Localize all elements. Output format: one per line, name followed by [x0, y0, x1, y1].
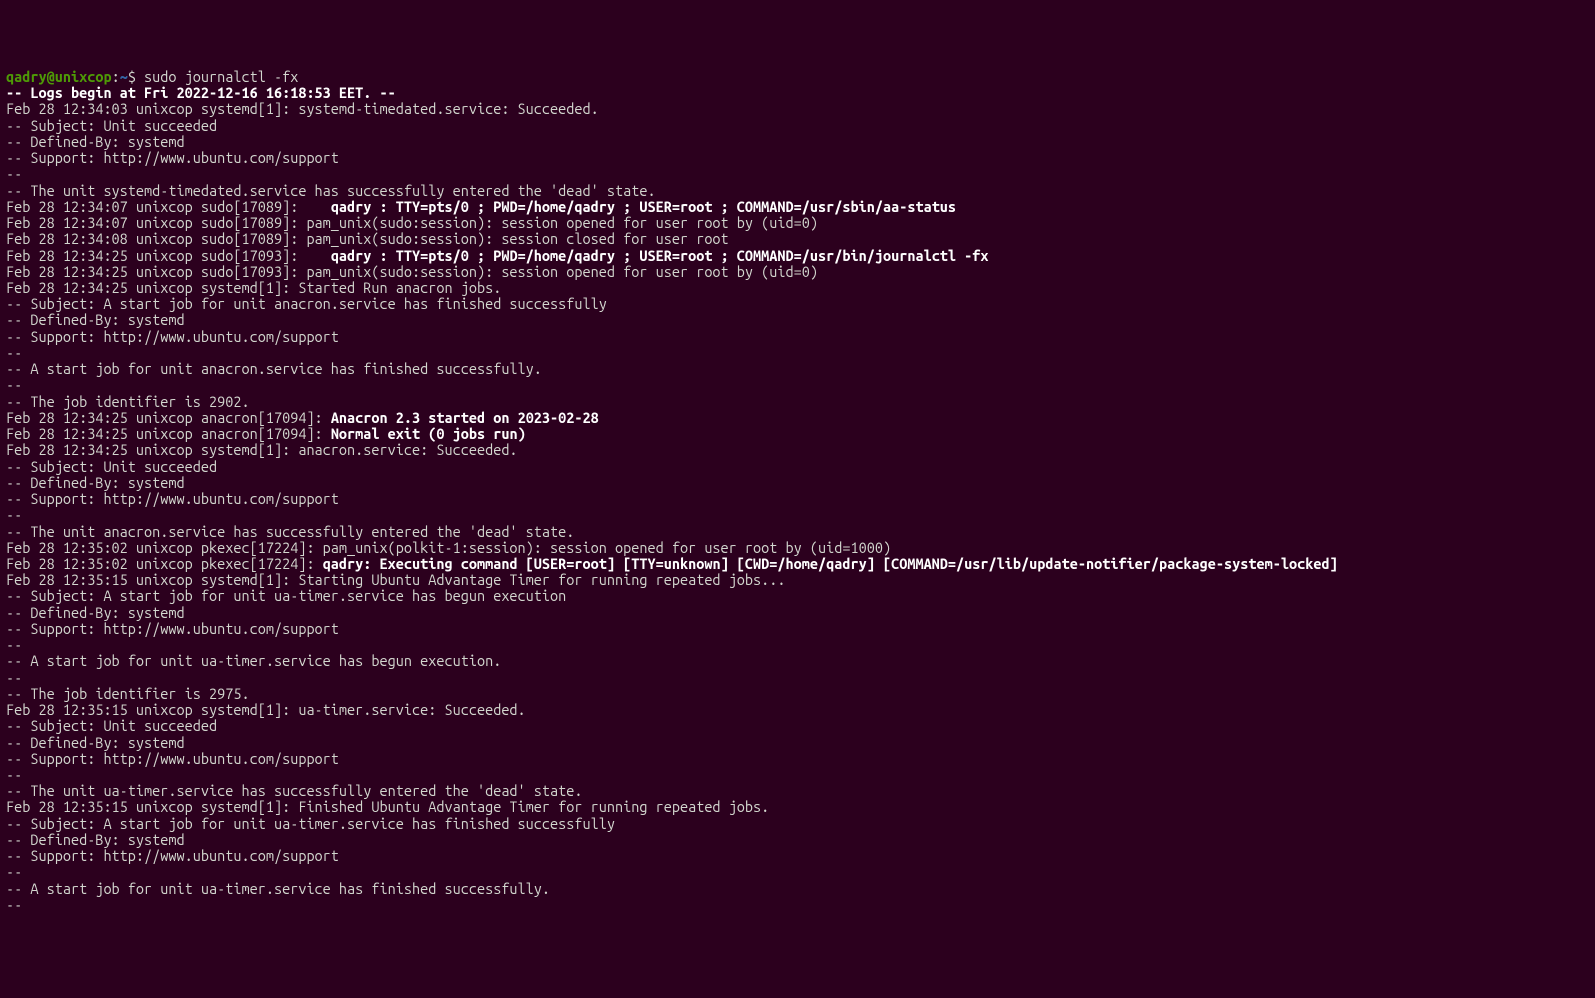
log-line: Feb 28 12:35:02 unixcop pkexec[17224]: p… — [6, 539, 891, 556]
prompt-line: qadry@unixcop:~$ sudo journalctl -fx — [6, 68, 298, 85]
log-line: -- Logs begin at Fri 2022-12-16 16:18:53… — [6, 84, 396, 101]
log-line: Feb 28 12:34:08 unixcop sudo[17089]: pam… — [6, 230, 729, 247]
log-line: Feb 28 12:34:25 unixcop anacron[17094]: … — [6, 425, 526, 442]
log-line: -- Subject: A start job for unit ua-time… — [6, 587, 566, 604]
log-line: Feb 28 12:34:25 unixcop sudo[17093]: qad… — [6, 247, 989, 264]
log-line: Feb 28 12:34:03 unixcop systemd[1]: syst… — [6, 100, 599, 117]
log-line: -- Subject: A start job for unit anacron… — [6, 295, 607, 312]
log-line: -- A start job for unit ua-timer.service… — [6, 652, 501, 669]
log-line: -- A start job for unit anacron.service … — [6, 360, 542, 377]
log-line: -- — [6, 344, 30, 361]
log-line: Feb 28 12:35:15 unixcop systemd[1]: Star… — [6, 571, 786, 588]
log-line: -- The unit anacron.service has successf… — [6, 523, 574, 540]
log-line: -- Defined-By: systemd — [6, 734, 185, 751]
command-input[interactable]: sudo journalctl -fx — [136, 68, 298, 85]
log-line: -- Defined-By: systemd — [6, 474, 185, 491]
log-line: -- The unit ua-timer.service has success… — [6, 782, 583, 799]
log-line: -- — [6, 636, 30, 653]
prompt-user-host: qadry@unixcop — [6, 68, 112, 85]
log-output: -- Logs begin at Fri 2022-12-16 16:18:53… — [6, 85, 1589, 913]
log-line: Feb 28 12:34:25 unixcop systemd[1]: Star… — [6, 279, 501, 296]
log-line: -- Subject: Unit succeeded — [6, 117, 217, 134]
log-line: -- — [6, 165, 30, 182]
log-line: -- — [6, 376, 30, 393]
log-line: -- Support: http://www.ubuntu.com/suppor… — [6, 328, 339, 345]
log-line: -- — [6, 766, 30, 783]
log-line: Feb 28 12:34:25 unixcop systemd[1]: anac… — [6, 441, 518, 458]
prompt-dollar: $ — [128, 68, 136, 85]
log-line: -- Support: http://www.ubuntu.com/suppor… — [6, 149, 339, 166]
log-line: -- — [6, 896, 30, 913]
log-line: Feb 28 12:34:25 unixcop anacron[17094]: … — [6, 409, 599, 426]
log-line: -- Subject: Unit succeeded — [6, 717, 217, 734]
log-line: -- Defined-By: systemd — [6, 604, 185, 621]
log-line: -- The job identifier is 2902. — [6, 393, 250, 410]
log-line: -- — [6, 863, 30, 880]
log-line: -- Support: http://www.ubuntu.com/suppor… — [6, 490, 339, 507]
log-line: -- Defined-By: systemd — [6, 133, 185, 150]
log-line: -- Support: http://www.ubuntu.com/suppor… — [6, 620, 339, 637]
log-line: -- Defined-By: systemd — [6, 311, 185, 328]
log-line: -- Support: http://www.ubuntu.com/suppor… — [6, 750, 339, 767]
prompt-colon: : — [112, 68, 120, 85]
log-line: Feb 28 12:35:02 unixcop pkexec[17224]: q… — [6, 555, 1338, 572]
log-line: -- A start job for unit ua-timer.service… — [6, 880, 550, 897]
prompt-cwd: ~ — [120, 68, 128, 85]
log-line: Feb 28 12:35:15 unixcop systemd[1]: Fini… — [6, 798, 769, 815]
log-line: Feb 28 12:35:15 unixcop systemd[1]: ua-t… — [6, 701, 526, 718]
log-line: Feb 28 12:34:07 unixcop sudo[17089]: qad… — [6, 198, 956, 215]
log-line: -- Support: http://www.ubuntu.com/suppor… — [6, 847, 339, 864]
log-line: Feb 28 12:34:07 unixcop sudo[17089]: pam… — [6, 214, 818, 231]
terminal[interactable]: qadry@unixcop:~$ sudo journalctl -fx -- … — [6, 69, 1589, 913]
log-line: -- — [6, 506, 30, 523]
log-line: -- Defined-By: systemd — [6, 831, 185, 848]
log-line: -- Subject: Unit succeeded — [6, 458, 217, 475]
log-line: -- The unit systemd-timedated.service ha… — [6, 182, 656, 199]
log-line: -- Subject: A start job for unit ua-time… — [6, 815, 615, 832]
log-line: -- — [6, 669, 30, 686]
log-line: Feb 28 12:34:25 unixcop sudo[17093]: pam… — [6, 263, 818, 280]
log-line: -- The job identifier is 2975. — [6, 685, 250, 702]
